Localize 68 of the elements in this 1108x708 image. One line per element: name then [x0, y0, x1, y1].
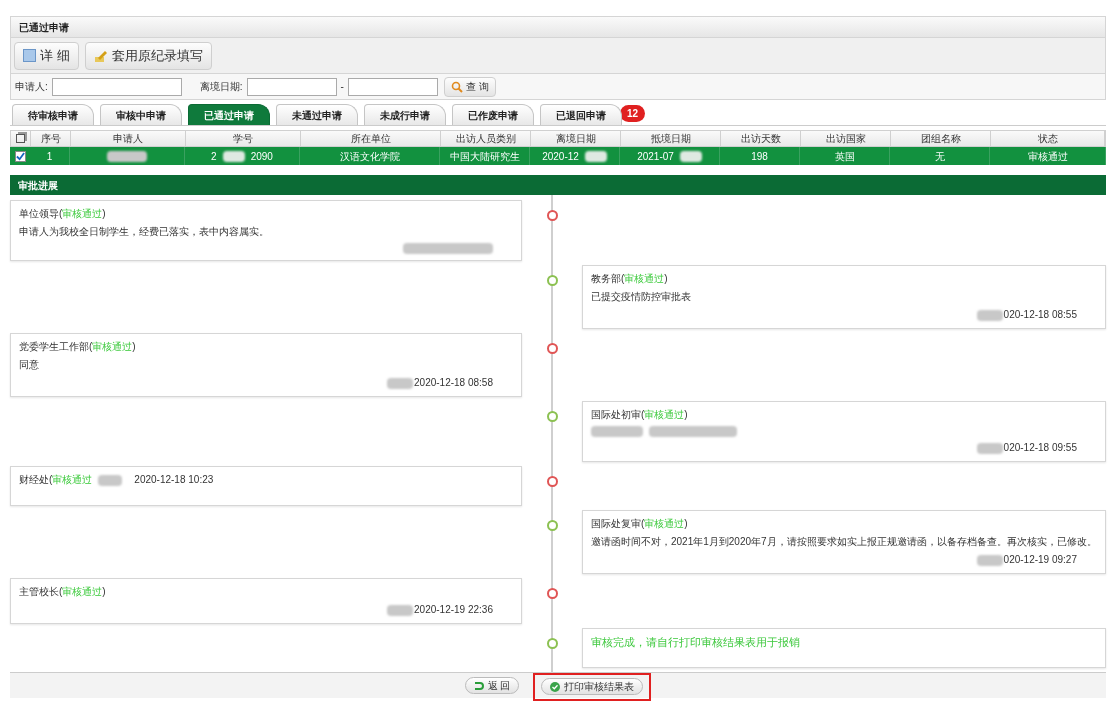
- table-cell-text: 198: [751, 149, 768, 164]
- count-badge: 12: [620, 105, 646, 122]
- table-row[interactable]: 1 2 2090 汉语文化学院 中国大陆研究生 2020-12 2021-07 198 英国 无 审核通过: [10, 147, 1106, 165]
- tab[interactable]: 已作废申请: [452, 104, 534, 125]
- document-icon: [23, 49, 36, 62]
- column-header[interactable]: 出访国家: [801, 131, 891, 146]
- column-header[interactable]: 所在单位: [301, 131, 441, 146]
- tab[interactable]: 待审核申请: [12, 104, 94, 125]
- approval-title: 主管校长(审核通过): [19, 585, 107, 599]
- column-header[interactable]: 出访天数: [721, 131, 801, 146]
- approval-title: 党委学生工作部(审核通过): [19, 340, 137, 354]
- timestamp: 2020-12-18 10:23: [134, 473, 214, 487]
- column-header[interactable]: 学号: [186, 131, 301, 146]
- pencil-icon: [93, 48, 108, 63]
- tab[interactable]: 未通过申请: [276, 104, 358, 125]
- table-cell-text: 2021-07: [637, 149, 674, 164]
- table-cell-text: 2090: [250, 149, 273, 164]
- column-header[interactable]: 状态: [991, 131, 1105, 146]
- tab[interactable]: 已退回申请: [540, 104, 622, 125]
- approval-title: 国际处复审(审核通过): [591, 517, 689, 531]
- date-separator: -: [340, 80, 344, 94]
- column-header[interactable]: 抵境日期: [621, 131, 721, 146]
- column-header[interactable]: 出访人员类别: [441, 131, 531, 146]
- select-all-icon[interactable]: [16, 134, 25, 143]
- row-checkbox[interactable]: [14, 150, 26, 162]
- field-label: 离境日期:: [199, 80, 243, 94]
- table-cell-text: 中国大陆研究生: [449, 149, 520, 164]
- table-cell-text: 英国: [834, 149, 855, 164]
- copy-record-button[interactable]: 套用原纪录填写: [84, 41, 212, 70]
- table-cell-text: 审核通过: [1027, 149, 1068, 164]
- tab[interactable]: 已通过申请: [188, 104, 270, 125]
- field-label: 申请人:: [15, 80, 48, 94]
- approval-title: 国际处初审(审核通过): [591, 408, 689, 422]
- timestamp: 020-12-19 09:27: [1003, 553, 1077, 567]
- column-header[interactable]: 序号: [31, 131, 71, 146]
- panel-title: 已通过申请: [19, 20, 69, 35]
- timestamp: 020-12-18 09:55: [1003, 441, 1077, 455]
- approval-comment: 申请人为我校全日制学生，经费已落实，表中内容属实。: [19, 225, 270, 239]
- timestamp: 020-12-18 08:55: [1003, 308, 1077, 322]
- search-button[interactable]: 查 询: [443, 76, 496, 97]
- completion-message: 审核完成，请自行打印审核结果表用于报销: [591, 635, 801, 649]
- approval-title: 教务部(审核通过): [591, 272, 669, 286]
- tab[interactable]: 审核中申请: [100, 104, 182, 125]
- timestamp: 2020-12-18 08:58: [414, 376, 493, 390]
- tab[interactable]: 未成行申请: [364, 104, 446, 125]
- table-cell-text: 汉语文化学院: [339, 149, 400, 164]
- approval-title: 单位领导(审核通过): [19, 207, 107, 221]
- detail-button[interactable]: 详 细: [14, 41, 79, 70]
- column-header[interactable]: 申请人: [71, 131, 186, 146]
- table-cell-text: 1: [46, 149, 53, 164]
- approval-title: 财经处(审核通过: [19, 473, 93, 487]
- section-title: 审批进展: [18, 178, 58, 193]
- timestamp: 2020-12-19 22:36: [414, 603, 493, 617]
- table-cell-text: 2020-12: [542, 149, 579, 164]
- applicant-field[interactable]: [51, 77, 182, 96]
- print-button[interactable]: 打印审核结果表: [541, 678, 644, 695]
- table-cell-text: 无: [934, 149, 945, 164]
- approval-comment: 同意: [19, 358, 40, 372]
- date-field[interactable]: [347, 77, 438, 96]
- table-cell-text: 2: [211, 149, 217, 164]
- approval-comment: 邀请函时间不对，2021年1月到2020年7月，请按照要求如实上报正规邀请函，以备存档备查。再次核实，已修改。: [591, 535, 1097, 549]
- search-icon: [450, 80, 463, 93]
- back-button[interactable]: 返 回: [464, 677, 520, 694]
- check-circle-icon: [550, 681, 561, 692]
- column-header[interactable]: 离境日期: [531, 131, 621, 146]
- date-field[interactable]: [246, 77, 337, 96]
- column-header[interactable]: 团组名称: [891, 131, 991, 146]
- approval-comment: 已提交疫情防控审批表: [591, 290, 692, 304]
